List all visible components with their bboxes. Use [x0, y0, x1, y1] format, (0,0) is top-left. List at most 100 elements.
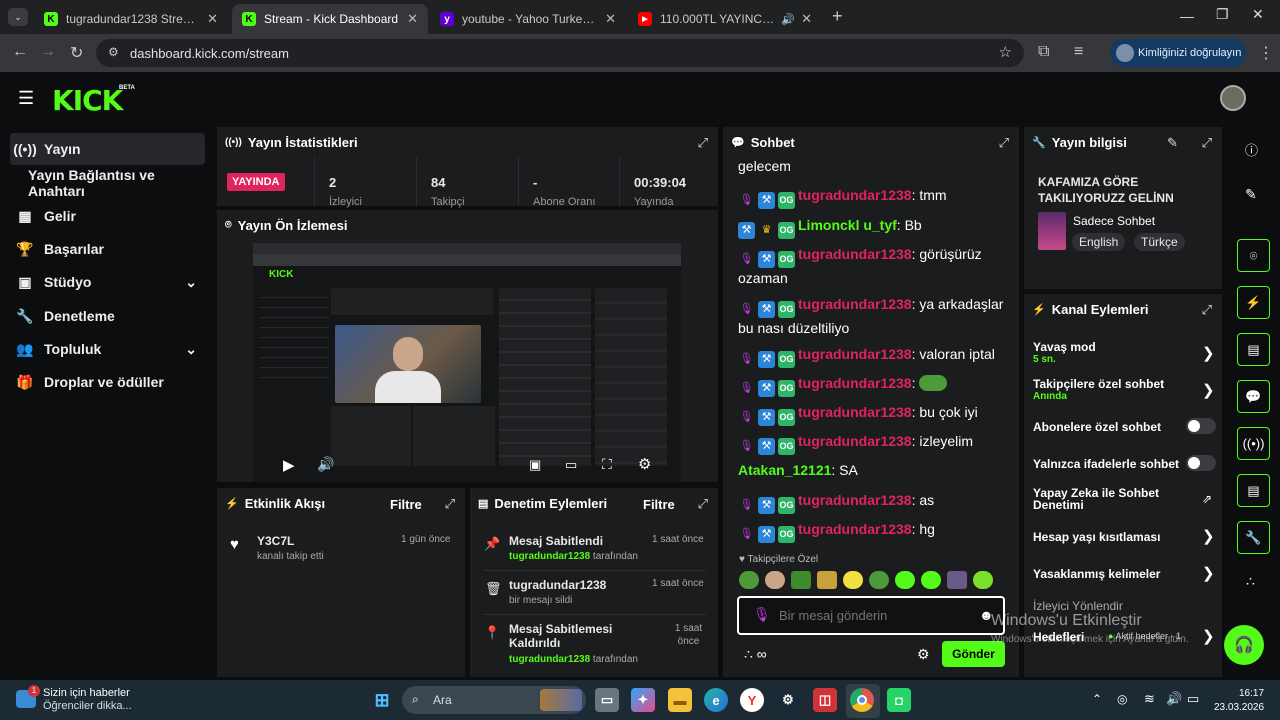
account-age-chevron-icon[interactable]: ❯: [1202, 527, 1215, 545]
app-icon[interactable]: ◫: [813, 688, 837, 712]
emote-icon[interactable]: [817, 571, 837, 589]
emote-icon[interactable]: [843, 571, 863, 589]
sidebar-item-topluluk[interactable]: 👥 Topluluk ⌄: [10, 333, 205, 365]
fullscreen-icon[interactable]: ⛶: [602, 456, 612, 473]
sidebar-item-yayin[interactable]: ((•)) Yayın: [10, 133, 205, 165]
task-view-icon[interactable]: ▭: [595, 688, 619, 712]
support-headset-icon[interactable]: 🎧: [1224, 625, 1264, 665]
stream-video[interactable]: KICK ▶ 🔊 ▣ ▭ ⛶ ⚙: [253, 243, 681, 482]
info-icon[interactable]: ⓘ: [1245, 140, 1258, 159]
extensions-icon[interactable]: ⧉: [1038, 43, 1049, 61]
tray-icon[interactable]: ◎: [1117, 692, 1127, 706]
tab-kick-watch[interactable]: K tugradundar1238 Stream - Watch Live ✕: [34, 4, 228, 34]
external-link-icon[interactable]: ⇗: [1202, 492, 1212, 506]
copilot-icon[interactable]: ✦: [631, 688, 655, 712]
start-windows-icon[interactable]: ⊞: [370, 688, 394, 712]
clock-date[interactable]: 23.03.2026: [1214, 702, 1264, 713]
slow-mode-chevron-icon[interactable]: ❯: [1202, 344, 1215, 362]
chat-message[interactable]: 🎙 ⚒ OG tugradundar1238: as: [738, 490, 1018, 514]
category-name[interactable]: Sadece Sohbet: [1073, 214, 1155, 228]
emote-bar[interactable]: [739, 571, 1009, 591]
chat-message-input[interactable]: [779, 606, 969, 624]
theater-icon[interactable]: ▭: [565, 457, 577, 473]
rail-chat-icon[interactable]: 💬: [1237, 380, 1270, 413]
rail-document-icon[interactable]: ▤: [1237, 333, 1270, 366]
rail-broadcast-icon[interactable]: ((•)): [1237, 427, 1270, 460]
subscribers-chat-toggle[interactable]: [1186, 418, 1216, 434]
whatsapp-icon[interactable]: ◘: [887, 688, 911, 712]
sidebar-item-gelir[interactable]: ▦ Gelir: [10, 200, 205, 232]
expand-icon[interactable]: ⤢: [698, 135, 708, 151]
banned-words-chevron-icon[interactable]: ❯: [1202, 564, 1215, 582]
browser-menu-icon[interactable]: ⋮: [1258, 43, 1274, 63]
chat-message[interactable]: ⚒ ♛ OG Limonckl u_tyf: Bb: [738, 215, 1018, 239]
chat-message[interactable]: 🎙 ⚒ OG tugradundar1238: bu çok iyi: [738, 402, 1018, 426]
file-explorer-icon[interactable]: ▬: [668, 688, 692, 712]
user-avatar[interactable]: [1220, 85, 1246, 111]
rail-lightning-icon[interactable]: ⚡: [1237, 286, 1270, 319]
new-tab-button[interactable]: +: [832, 6, 843, 27]
chat-input-box[interactable]: 🎙 ☻: [737, 596, 1005, 635]
taskbar-search[interactable]: ⌕ Ara: [402, 686, 586, 714]
expand-icon[interactable]: ⤢: [1202, 135, 1212, 151]
news-widget[interactable]: 1 Sizin için haberler Öğrenciler dikka..…: [16, 685, 206, 716]
tab-yahoo[interactable]: y youtube - Yahoo Turkey Arama ✕: [430, 4, 626, 34]
edit-pencil-icon[interactable]: ✎: [1167, 135, 1178, 151]
tab-youtube[interactable]: ▶ 110.000TL YAYINCILARA BA 🔊 ✕: [628, 4, 822, 34]
expand-icon[interactable]: ⤢: [1202, 302, 1212, 318]
steam-icon[interactable]: ⚙: [776, 688, 800, 712]
emote-icon[interactable]: [973, 571, 993, 589]
tab-search-icon[interactable]: ⌄: [8, 8, 28, 26]
sidebar-item-studyo[interactable]: ▣ Stüdyo ⌄: [10, 266, 205, 298]
close-tab-icon[interactable]: ✕: [407, 11, 418, 27]
expand-icon[interactable]: ⤢: [999, 135, 1009, 151]
emote-only-toggle[interactable]: [1186, 455, 1216, 471]
edge-icon[interactable]: e: [704, 688, 728, 712]
audio-playing-icon[interactable]: 🔊: [781, 13, 795, 26]
settings-gear-icon[interactable]: ⚙: [638, 455, 651, 473]
chat-message[interactable]: 🎙 ⚒ OG tugradundar1238: valoran iptal: [738, 344, 1018, 368]
close-tab-icon[interactable]: ✕: [605, 11, 616, 27]
pip-icon[interactable]: ▣: [529, 457, 541, 473]
battery-icon[interactable]: ▭: [1187, 691, 1199, 707]
rail-camera-icon[interactable]: ⌾: [1237, 239, 1270, 272]
verify-identity-button[interactable]: Kimliğinizi doğrulayın: [1110, 39, 1246, 67]
emote-icon[interactable]: [895, 571, 915, 589]
tab-kick-dashboard[interactable]: K Stream - Kick Dashboard ✕: [232, 4, 428, 34]
clock-time[interactable]: 16:17: [1239, 688, 1264, 699]
close-window-icon[interactable]: ✕: [1252, 6, 1264, 23]
expand-icon[interactable]: ⤢: [445, 496, 455, 512]
back-icon[interactable]: ←: [12, 43, 28, 61]
address-bar[interactable]: ⚙ dashboard.kick.com/stream ☆: [96, 39, 1024, 67]
moderation-filter-button[interactable]: Filtre: [643, 497, 675, 512]
emote-icon[interactable]: [765, 571, 785, 589]
activity-filter-button[interactable]: Filtre: [390, 497, 422, 512]
sidebar-item-denetleme[interactable]: 🔧 Denetleme: [10, 300, 205, 332]
maximize-window-icon[interactable]: ❐: [1216, 6, 1229, 23]
chat-message[interactable]: 🎙 ⚒ OG tugradundar1238:: [738, 373, 1018, 397]
yandex-icon[interactable]: Y: [740, 688, 764, 712]
emote-icon[interactable]: [947, 571, 967, 589]
chat-message[interactable]: 🎙 ⚒ OG tugradundar1238: hg: [738, 519, 1018, 543]
close-tab-icon[interactable]: ✕: [207, 11, 218, 27]
chat-message[interactable]: 🎙 ⚒ OG tugradundar1238: izleyelim: [738, 431, 1018, 455]
kick-logo[interactable]: KICK: [52, 84, 123, 117]
sidebar-item-stream-key[interactable]: Yayın Bağlantısı ve Anahtarı: [28, 167, 213, 199]
emote-icon[interactable]: [791, 571, 811, 589]
emote-icon[interactable]: [921, 571, 941, 589]
tag-turkish[interactable]: Türkçe: [1134, 233, 1185, 251]
reload-icon[interactable]: ↻: [70, 43, 83, 63]
wifi-icon[interactable]: ≋: [1144, 691, 1155, 707]
site-info-icon[interactable]: ⚙: [108, 45, 119, 59]
rail-wrench-icon[interactable]: 🔧: [1237, 521, 1270, 554]
emote-icon[interactable]: [869, 571, 889, 589]
media-controls-icon[interactable]: ≡: [1074, 43, 1083, 61]
tray-chevron-icon[interactable]: ⌃: [1092, 692, 1102, 706]
chat-message[interactable]: 🎙 ⚒ OG tugradundar1238: ya arkadaşlar bu na…: [738, 294, 1018, 338]
chat-message[interactable]: 🎙 ⚒ OG tugradundar1238: tmm: [738, 185, 1018, 209]
sidebar-item-droplar[interactable]: 🎁 Droplar ve ödüller: [10, 366, 205, 398]
bookmark-star-icon[interactable]: ☆: [999, 43, 1012, 61]
chat-message[interactable]: 🎙 ⚒ OG tugradundar1238: görüşürüz ozaman: [738, 244, 1018, 288]
minimize-window-icon[interactable]: —: [1180, 8, 1194, 24]
expand-icon[interactable]: ⤢: [698, 496, 708, 512]
